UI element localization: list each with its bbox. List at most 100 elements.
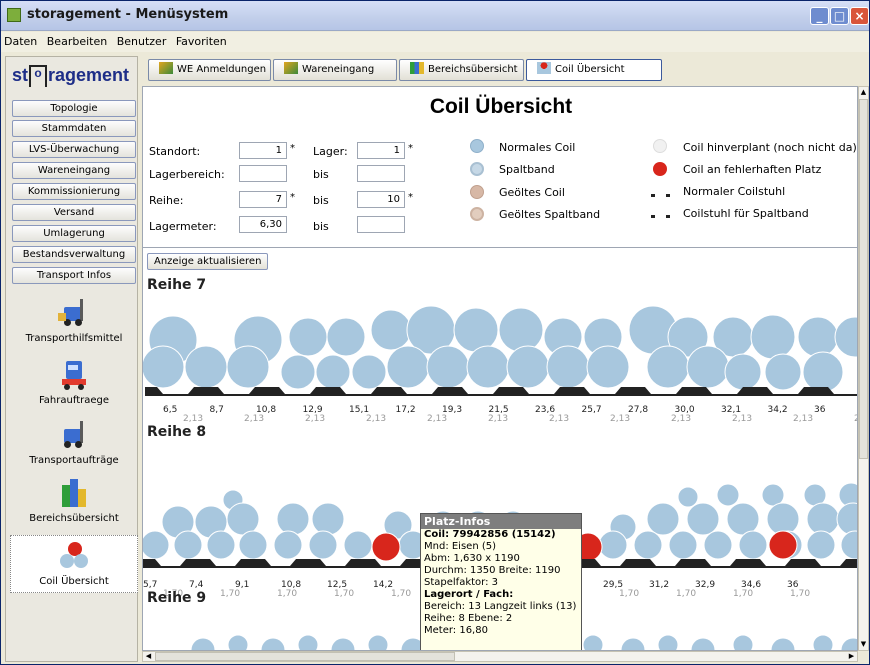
coil (371, 532, 401, 562)
tab-coil-uebersicht[interactable]: Coil Übersicht (526, 59, 662, 81)
legend-normal-coil: Normales Coil (499, 141, 576, 154)
width-label: 2,13 (183, 414, 203, 424)
coil-stand (308, 559, 363, 568)
refresh-display-button[interactable]: Anzeige aktualisieren (147, 253, 269, 270)
main-panel: WE Anmeldungen Wareneingang Bereichsüber… (142, 56, 869, 662)
menu-bearbeiten[interactable]: Bearbeiten (44, 32, 110, 48)
coil (690, 637, 716, 650)
coil (238, 530, 268, 560)
legend-geoeltes-spaltband: Geöltes Spaltband (499, 208, 601, 221)
width-label: 1,70 (277, 589, 297, 599)
coil (386, 345, 430, 389)
coil (806, 530, 836, 560)
nav-versand[interactable]: Versand (12, 204, 136, 221)
tool-transporthilfsmittel[interactable]: Transporthilfsmittel (10, 297, 138, 344)
nav-topologie[interactable]: Topologie (12, 100, 136, 117)
coil (750, 314, 796, 360)
scroll-right-arrow-icon[interactable]: ▶ (846, 652, 857, 661)
lagermeter-to-input[interactable] (357, 216, 405, 233)
vertical-scrollbar[interactable]: ▲ ▼ (858, 86, 869, 651)
coil-stand (583, 559, 638, 568)
title-bar[interactable]: storagement - Menüsystem _ □ × (1, 1, 869, 31)
tab-bereichsuebersicht[interactable]: Bereichsübersicht (399, 59, 524, 81)
coil (620, 637, 646, 650)
coil (834, 316, 857, 358)
tool-coil-uebersicht[interactable]: Coil Übersicht (10, 535, 138, 593)
coil-stand (572, 387, 633, 396)
standort-input[interactable]: 1 (239, 142, 287, 159)
coil-stand (389, 387, 450, 396)
coil-stand (450, 387, 511, 396)
close-button[interactable]: × (850, 7, 869, 25)
coil (668, 530, 698, 560)
coil-stand (694, 387, 755, 396)
menu-benutzer[interactable]: Benutzer (114, 32, 170, 48)
required-star: * (290, 192, 295, 203)
width-label: 2,13 (366, 414, 386, 424)
lagerbereich-label: Lagerbereich: (149, 168, 225, 181)
reihe-to-input[interactable]: 10 (357, 191, 405, 208)
nav-bestandsverwaltung[interactable]: Bestandsverwaltung (12, 246, 136, 263)
tab-bar: WE Anmeldungen Wareneingang Bereichsüber… (142, 56, 869, 86)
minimize-button[interactable]: _ (810, 7, 829, 25)
width-label: 2,13 (305, 414, 325, 424)
row-title: Reihe 9 (147, 590, 207, 606)
nav-umlagerung[interactable]: Umlagerung (12, 225, 136, 242)
lagermeter-from-input[interactable]: 6,30 (239, 216, 287, 233)
maximize-button[interactable]: □ (830, 7, 849, 25)
normal-coil-legend-icon (470, 139, 484, 153)
coil (260, 637, 286, 650)
coil (657, 634, 679, 650)
meter-label: 25,7 (582, 405, 602, 415)
bereichsuebersicht-icon (410, 62, 424, 74)
menu-favoriten[interactable]: Favoriten (173, 32, 230, 48)
coil (598, 530, 628, 560)
tool-fahrauftraege[interactable]: Fahrauftraege (10, 359, 138, 406)
coil (806, 502, 840, 536)
reihe-from-input[interactable]: 7 (239, 191, 287, 208)
tool-transportauftraege[interactable]: Transportaufträge (10, 419, 138, 466)
nav-stammdaten[interactable]: Stammdaten (12, 120, 136, 137)
lagermeter-label: Lagermeter: (149, 220, 217, 233)
tooltip-line: Reihe: 8 Ebene: 2 (424, 613, 513, 624)
scroll-up-arrow-icon[interactable]: ▲ (859, 87, 868, 98)
tooltip-line: Mnd: Eisen (5) (424, 541, 497, 552)
coil-stand (253, 559, 308, 568)
coil (308, 530, 338, 560)
lagerbereich-from-input[interactable] (239, 165, 287, 182)
app-icon (7, 8, 21, 22)
coil-stand (206, 387, 267, 396)
nav-lvs-ueberwachung[interactable]: LVS-Überwachung (12, 141, 136, 158)
scroll-thumb[interactable] (155, 652, 455, 661)
horizontal-scrollbar[interactable]: ◀ ▶ (142, 651, 858, 662)
nav-transport-infos[interactable]: Transport Infos (12, 267, 136, 284)
scroll-thumb[interactable] (859, 99, 868, 459)
width-label: 2,13 (244, 414, 264, 424)
width-label: 2,13 (610, 414, 630, 424)
required-star: * (408, 192, 413, 203)
scroll-left-arrow-icon[interactable]: ◀ (143, 652, 154, 661)
tab-we-anmeldungen[interactable]: WE Anmeldungen (148, 59, 271, 81)
coil (633, 530, 663, 560)
width-label: 1,70 (334, 589, 354, 599)
menu-daten[interactable]: Daten (1, 32, 40, 48)
legend-coilstuhl-spaltband: Coilstuhl für Spaltband (683, 207, 809, 220)
meter-label: 5,7 (143, 580, 157, 590)
coil (184, 345, 228, 389)
coil (330, 637, 356, 650)
page-title: Coil Übersicht (429, 95, 573, 118)
tool-bereichsuebersicht[interactable]: Bereichsübersicht (10, 477, 138, 524)
sidebar: st o ragement Topologie Stammdaten LVS-Übe… (5, 56, 138, 662)
coil (367, 634, 389, 650)
coil-stand (803, 559, 857, 568)
lager-input[interactable]: 1 (357, 142, 405, 159)
coil (582, 634, 604, 650)
lagerbereich-to-input[interactable] (357, 165, 405, 182)
scroll-down-arrow-icon[interactable]: ▼ (859, 639, 868, 650)
nav-kommissionierung[interactable]: Kommissionierung (12, 183, 136, 200)
width-label: 1,70 (220, 589, 240, 599)
nav-wareneingang[interactable]: Wareneingang (12, 162, 136, 179)
we-anmeldungen-icon (159, 62, 173, 74)
meter-label: 31,2 (649, 580, 669, 590)
tab-wareneingang[interactable]: Wareneingang (273, 59, 397, 81)
